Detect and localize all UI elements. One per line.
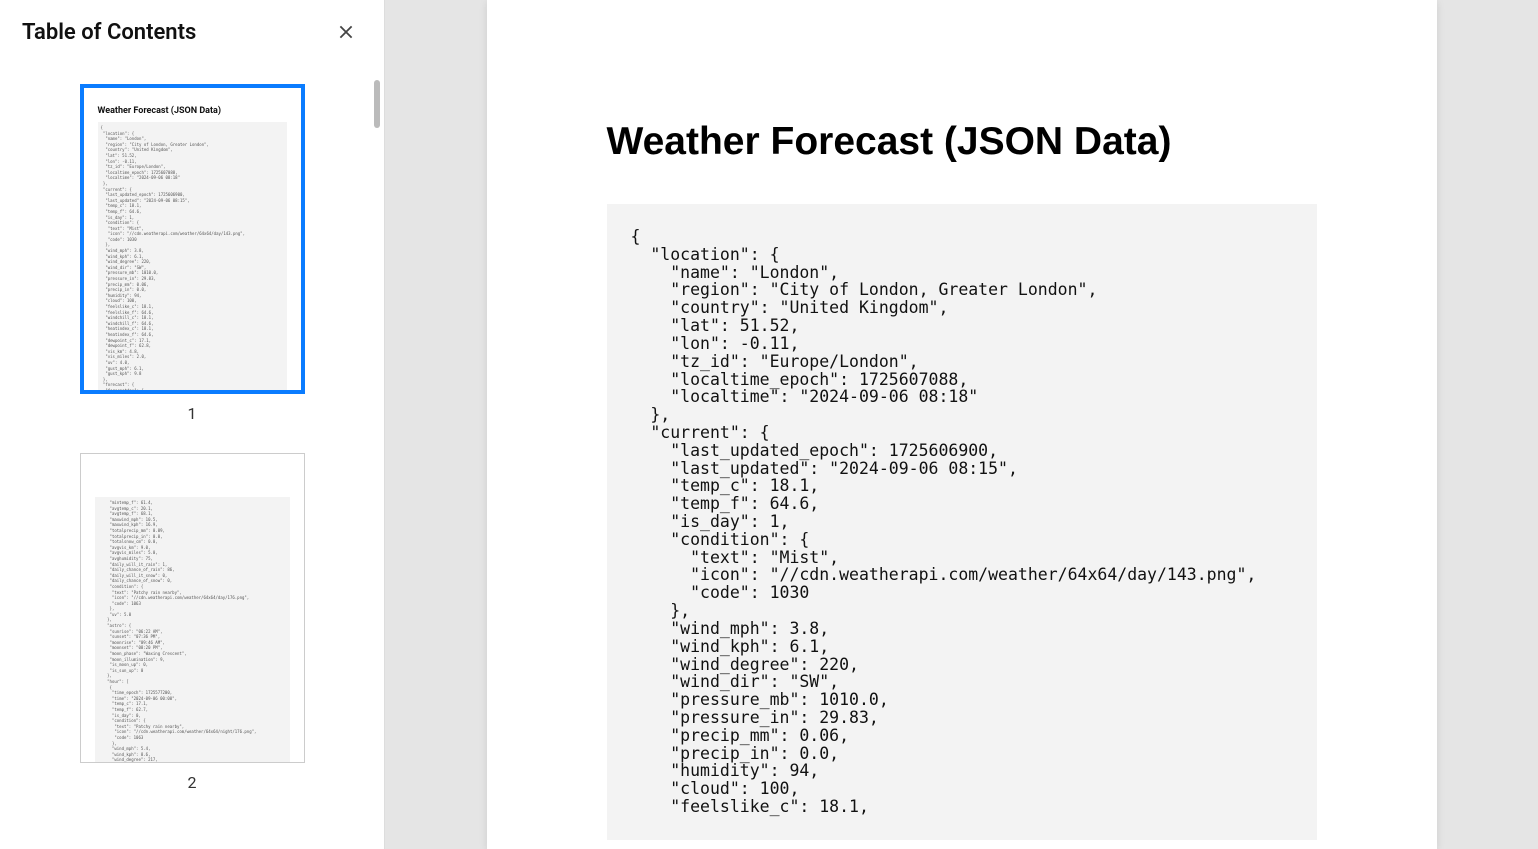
thumbnail-code-preview: "mintemp_f": 61.4, "avgtemp_c": 20.1, "a… bbox=[95, 497, 290, 763]
thumbnail-number: 1 bbox=[188, 404, 197, 423]
thumbnail-number: 2 bbox=[188, 773, 197, 792]
document-title: Weather Forecast (JSON Data) bbox=[607, 120, 1317, 164]
sidebar-title: Table of Contents bbox=[22, 20, 196, 45]
sidebar-scrollbar[interactable] bbox=[374, 80, 380, 128]
close-sidebar-button[interactable] bbox=[332, 18, 360, 46]
document-viewport[interactable]: Weather Forecast (JSON Data) { "location… bbox=[385, 0, 1538, 849]
thumbnail-preview-2: "mintemp_f": 61.4, "avgtemp_c": 20.1, "a… bbox=[80, 453, 305, 763]
json-code-block: { "location": { "name": "London", "regio… bbox=[607, 204, 1317, 840]
page-thumbnail-1[interactable]: Weather Forecast (JSON Data) { "location… bbox=[80, 84, 305, 423]
page-thumbnail-2[interactable]: "mintemp_f": 61.4, "avgtemp_c": 20.1, "a… bbox=[80, 453, 305, 792]
thumbnail-preview-1: Weather Forecast (JSON Data) { "location… bbox=[80, 84, 305, 394]
sidebar-header: Table of Contents bbox=[0, 0, 384, 64]
thumbnail-list[interactable]: Weather Forecast (JSON Data) { "location… bbox=[0, 64, 384, 849]
thumbnail-code-preview: { "location": { "name": "London", "regio… bbox=[98, 122, 287, 394]
close-icon bbox=[337, 23, 355, 41]
document-page: Weather Forecast (JSON Data) { "location… bbox=[487, 0, 1437, 849]
toc-sidebar: Table of Contents Weather Forecast (JSON… bbox=[0, 0, 385, 849]
thumbnail-title: Weather Forecast (JSON Data) bbox=[98, 106, 287, 116]
